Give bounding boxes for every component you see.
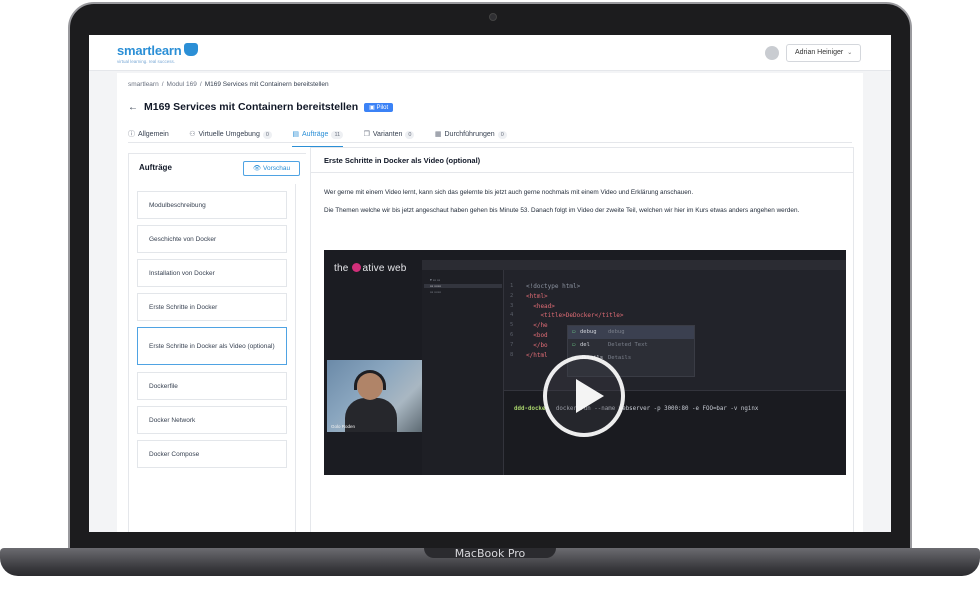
eye-icon: 👁 [252, 165, 262, 172]
list-item[interactable]: Erste Schritte in Docker [137, 293, 287, 321]
brand-dot-icon [352, 263, 362, 272]
list-item[interactable]: Docker Network [137, 406, 287, 434]
status-badge: ▣ Pilot [364, 103, 394, 112]
list-item-active[interactable]: Erste Schritte in Docker als Video (opti… [137, 327, 287, 365]
network-icon: ⚇ [189, 131, 196, 138]
content-title: Erste Schritte in Docker als Video (opti… [324, 156, 481, 165]
tasks-panel: Aufträge 👁 Vorschau Modulbeschreibung Ge… [128, 153, 306, 532]
tab-count: 0 [497, 131, 507, 139]
presenter-name: Golo Roden [331, 424, 356, 429]
video-line-numbers: 1 2 3 4 5 6 7 8 [510, 283, 514, 358]
content-panel: Erste Schritte in Docker als Video (opti… [310, 147, 854, 532]
paragraph: Die Themen welche wir bis jetzt angescha… [324, 207, 800, 214]
paragraph: Wer gerne mit einem Video lernt, kann si… [324, 189, 694, 196]
copy-icon: ❐ [363, 131, 370, 138]
tabs-divider [128, 142, 852, 143]
list-item[interactable]: Docker Compose [137, 440, 287, 468]
video-brand: the ative web [334, 263, 407, 274]
tasks-panel-title: Aufträge [139, 163, 172, 172]
back-arrow-icon[interactable]: ← [128, 102, 138, 113]
breadcrumb-item-home[interactable]: smartlearn [128, 81, 159, 88]
tab-auftraege[interactable]: ▤ Aufträge 11 [292, 128, 344, 147]
tab-count: 0 [405, 131, 415, 139]
screen: smartlearn virtual learning. real succes… [89, 35, 891, 532]
chevron-down-icon: ⌄ [847, 50, 853, 56]
list-item[interactable]: Installation von Docker [137, 259, 287, 287]
list-item[interactable]: Dockerfile [137, 372, 287, 400]
calendar-icon: ▦ [434, 131, 442, 138]
tabs: ⓘ Allgemein ⚇ Virtuelle Umgebung 0 ▤ Aufträg… [128, 123, 523, 147]
title-row: ← M169 Services mit Containern bereitstel… [128, 97, 394, 115]
play-button[interactable] [543, 355, 625, 437]
device-label: MacBook Pro [454, 547, 526, 560]
list-item[interactable]: Modulbeschreibung [137, 191, 287, 219]
video-webcam: Golo Roden [327, 360, 422, 432]
owl-logo-icon [184, 43, 199, 56]
tab-varianten[interactable]: ❐ Varianten 0 [364, 128, 415, 146]
tab-durchfuehrungen[interactable]: ▦ Durchführungen 0 [435, 128, 507, 146]
main-card: smartlearn / Modul 169/M169 Services mit C… [117, 73, 863, 532]
list-item[interactable]: Geschichte von Docker [137, 225, 287, 253]
page-title: M169 Services mit Containern bereitstell… [144, 101, 359, 113]
logo[interactable]: smartlearn virtual learning. real succes… [117, 42, 199, 64]
laptop-lid: smartlearn virtual learning. real succes… [68, 2, 912, 562]
preview-button[interactable]: 👁 Vorschau [243, 161, 300, 176]
video-editor-sidebar: ▾ ▭ ▭ ▭ ▭▭ ▭ ▭▭ [422, 270, 504, 475]
tab-count: 0 [262, 131, 272, 139]
tab-count: 11 [331, 131, 344, 139]
breadcrumb-item-module[interactable]: Modul 169 [167, 81, 197, 88]
tab-allgemein[interactable]: ⓘ Allgemein [128, 128, 169, 146]
video-player[interactable]: the ative web ▾ ▭ ▭ ▭ ▭▭ ▭ ▭▭ 1 2 3 4 5 … [324, 250, 846, 475]
content-header: Erste Schritte in Docker als Video (opti… [311, 148, 853, 173]
camera-icon [489, 13, 497, 21]
app-header: smartlearn virtual learning. real succes… [89, 35, 891, 71]
user-menu-button[interactable]: Adrian Heiniger ⌄ [786, 44, 862, 62]
document-icon: ▤ [292, 131, 299, 138]
info-icon: ⓘ [128, 131, 135, 138]
breadcrumb: smartlearn / Modul 169/M169 Services mit C… [128, 81, 329, 88]
play-icon [576, 379, 604, 413]
breadcrumb-item-current: M169 Services mit Containern bereitstell… [204, 81, 329, 88]
tab-virtuelle-umgebung[interactable]: ⚇ Virtuelle Umgebung 0 [189, 128, 272, 146]
logo-text: smartlearn [117, 43, 182, 58]
video-editor-frame: ▾ ▭ ▭ ▭ ▭▭ ▭ ▭▭ 1 2 3 4 5 6 7 8 <!doctyp… [422, 260, 846, 475]
user-name: Adrian Heiniger [795, 49, 844, 56]
logo-tagline: virtual learning. real success. [117, 59, 176, 64]
avatar[interactable] [765, 46, 779, 60]
scrollbar[interactable] [295, 184, 296, 532]
